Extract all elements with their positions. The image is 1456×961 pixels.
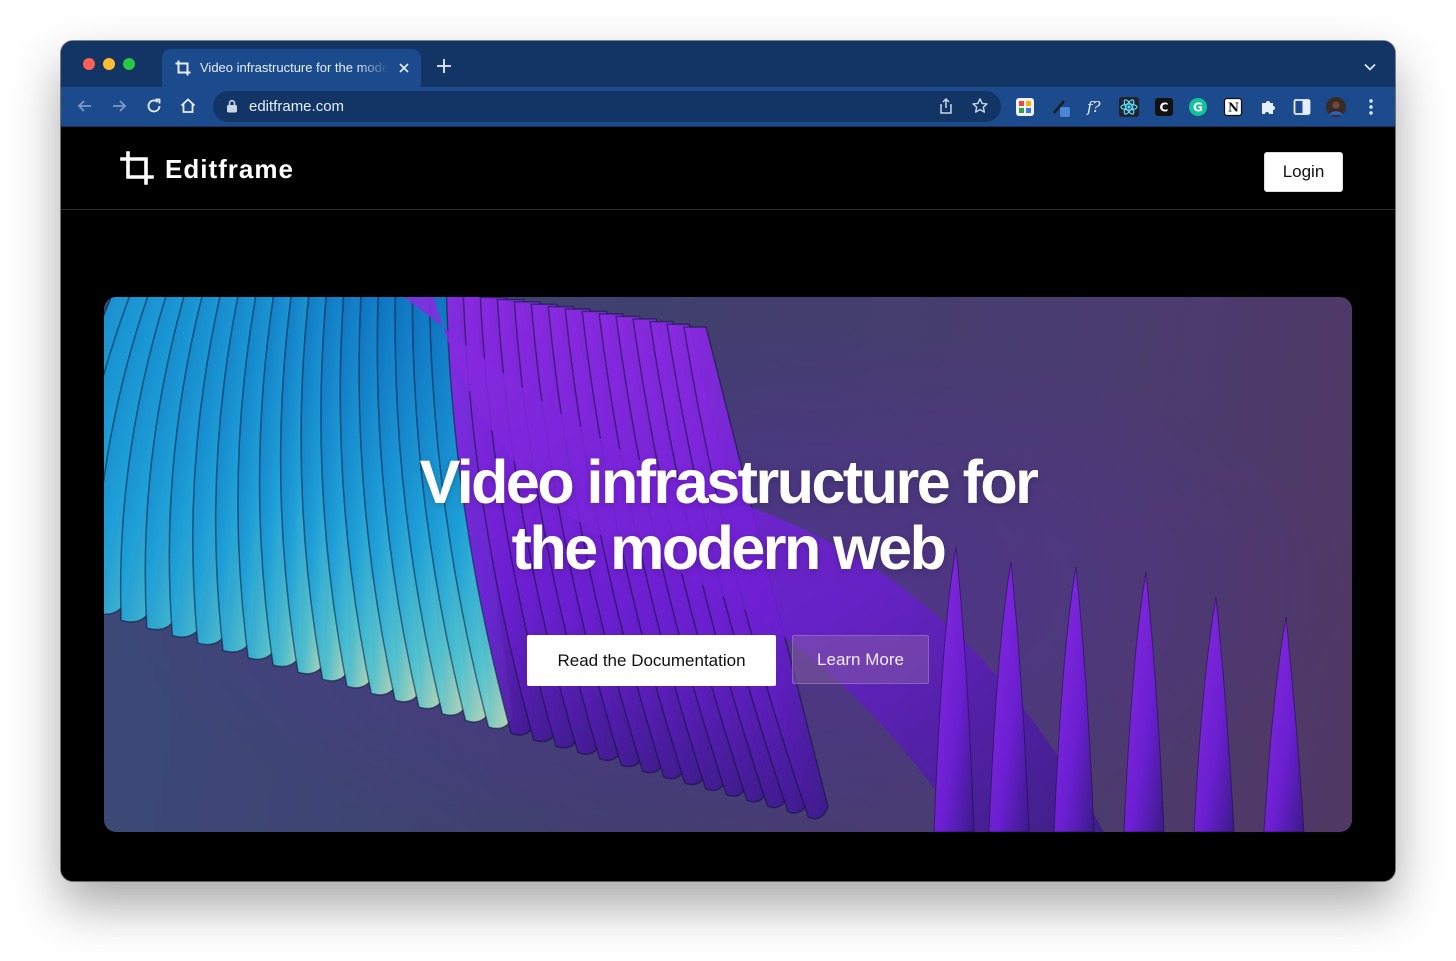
formula-extension-icon[interactable]: f? bbox=[1085, 97, 1105, 117]
reload-icon[interactable] bbox=[144, 96, 164, 116]
react-devtools-icon[interactable] bbox=[1119, 97, 1139, 117]
side-panel-icon[interactable] bbox=[1292, 97, 1312, 117]
hero-title: Video infrastructure for the modern web bbox=[419, 448, 1039, 582]
svg-text:f?: f? bbox=[1086, 98, 1102, 116]
chevron-down-icon[interactable] bbox=[1363, 60, 1377, 74]
palette-extension-icon[interactable] bbox=[1015, 97, 1035, 117]
puzzle-extensions-icon[interactable] bbox=[1258, 97, 1278, 117]
forward-arrow-icon[interactable] bbox=[109, 96, 129, 116]
grammarly-icon[interactable]: G bbox=[1188, 97, 1208, 117]
svg-text:G: G bbox=[1193, 101, 1203, 115]
crop-icon[interactable] bbox=[120, 151, 154, 185]
notion-icon[interactable]: N bbox=[1223, 97, 1243, 117]
close-window-button[interactable] bbox=[83, 58, 95, 70]
brand-name[interactable]: Editframe bbox=[165, 154, 294, 185]
browser-window: Video infrastructure for the modern web bbox=[61, 41, 1395, 881]
read-documentation-button[interactable]: Read the Documentation bbox=[527, 635, 776, 686]
browser-toolbar: editframe.com f? C G N bbox=[61, 87, 1395, 127]
c-extension-icon[interactable]: C bbox=[1154, 97, 1174, 117]
share-icon[interactable] bbox=[937, 97, 955, 115]
minimize-window-button[interactable] bbox=[103, 58, 115, 70]
lock-icon[interactable] bbox=[226, 99, 238, 113]
star-icon[interactable] bbox=[971, 97, 989, 115]
web-page: Editframe Login Video infrastructure for… bbox=[61, 127, 1395, 881]
learn-more-button[interactable]: Learn More bbox=[792, 635, 929, 684]
tab-title: Video infrastructure for the modern web bbox=[200, 60, 388, 75]
login-button[interactable]: Login bbox=[1264, 152, 1343, 192]
color-picker-extension-icon[interactable] bbox=[1051, 97, 1071, 117]
profile-avatar[interactable] bbox=[1326, 97, 1346, 117]
crop-icon bbox=[175, 60, 191, 76]
close-icon[interactable] bbox=[396, 60, 412, 76]
tab-strip: Video infrastructure for the modern web bbox=[61, 41, 1395, 87]
back-arrow-icon[interactable] bbox=[75, 96, 95, 116]
url-text: editframe.com bbox=[249, 98, 345, 115]
hero-banner: Video infrastructure for the modern web … bbox=[104, 297, 1352, 832]
active-tab[interactable]: Video infrastructure for the modern web bbox=[162, 49, 421, 87]
maximize-window-button[interactable] bbox=[123, 58, 135, 70]
address-bar[interactable]: editframe.com bbox=[213, 91, 1001, 122]
new-tab-icon[interactable] bbox=[435, 57, 453, 75]
site-header: Editframe Login bbox=[61, 127, 1395, 210]
more-vert-icon[interactable] bbox=[1361, 97, 1381, 117]
svg-text:C: C bbox=[1160, 101, 1169, 115]
home-icon[interactable] bbox=[178, 96, 198, 116]
svg-text:N: N bbox=[1228, 101, 1239, 115]
